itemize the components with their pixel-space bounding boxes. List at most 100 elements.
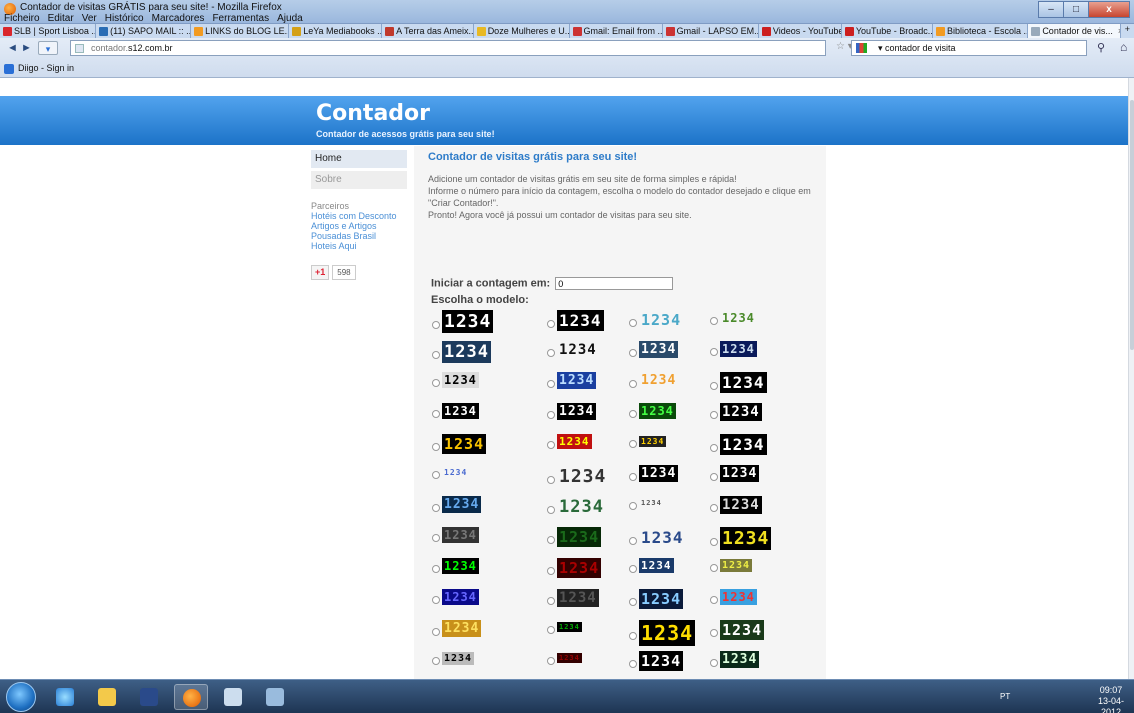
browser-tab[interactable]: A Terra das Ameix... [382,24,474,38]
model-radio[interactable] [432,534,440,542]
menu-ver[interactable]: Ver [82,13,97,24]
menu-editar[interactable]: Editar [48,13,74,24]
page-scrollbar[interactable] [1128,78,1134,679]
counter-model-option[interactable]: 1234 [629,465,679,482]
counter-model-option[interactable]: 1234 [547,341,599,359]
model-radio[interactable] [432,657,440,665]
model-radio[interactable] [547,597,555,605]
counter-model-option[interactable]: 1234 [629,310,683,330]
counter-model-option[interactable]: 1234 [710,434,767,455]
counter-model-option[interactable]: 1234 [432,341,491,363]
history-dropdown-button[interactable]: ▾ [38,41,58,55]
scrollbar-thumb[interactable] [1130,100,1134,350]
model-radio[interactable] [710,596,718,604]
firefox-taskbar-icon[interactable] [174,684,208,710]
model-radio[interactable] [432,410,440,418]
google-plus-button[interactable]: +1 [311,265,330,280]
browser-tab[interactable]: YouTube - Broadc... [842,24,933,38]
document-taskbar-icon[interactable] [258,684,292,710]
counter-model-option[interactable]: 1234 [710,589,757,605]
counter-model-option[interactable]: 1234 [432,465,469,479]
browser-tab[interactable]: SLB | Sport Lisboa ... [0,24,97,38]
model-radio[interactable] [432,503,440,512]
close-button[interactable]: x [1088,1,1130,18]
sidebar-item-home[interactable]: Home [311,150,407,168]
media-player-icon[interactable] [132,684,166,710]
language-indicator[interactable]: PT [1000,692,1010,701]
partner-link[interactable]: Hotéis com Desconto [311,211,407,221]
counter-model-option[interactable]: 1234 [432,527,479,543]
system-clock[interactable]: 09:07 13-04-2012 [1088,685,1134,713]
counter-model-option[interactable]: 1234 [432,310,494,333]
model-radio[interactable] [547,319,555,328]
model-radio[interactable] [629,410,637,418]
window-taskbar-icon[interactable] [216,684,250,710]
minimize-button[interactable]: – [1038,1,1064,18]
model-radio[interactable] [629,472,637,481]
model-radio[interactable] [710,629,718,637]
counter-model-option[interactable]: 1234 [547,620,582,634]
browser-tab[interactable]: Contador de vis...× [1028,24,1121,38]
model-radio[interactable] [710,504,718,512]
model-radio[interactable] [547,567,555,575]
back-button[interactable]: ◄ [6,41,19,55]
menu-marcadores[interactable]: Marcadores [152,13,205,24]
model-radio[interactable] [629,598,637,606]
model-radio[interactable] [629,536,637,545]
counter-model-option[interactable]: 1234 [710,620,765,640]
model-radio[interactable] [629,319,637,327]
counter-model-option[interactable]: 1234 [629,372,678,389]
model-radio[interactable] [547,626,555,634]
model-radio[interactable] [710,381,718,390]
menu-ferramentas[interactable]: Ferramentas [212,13,269,24]
model-radio[interactable] [547,410,555,419]
model-radio[interactable] [710,564,718,572]
search-input[interactable]: ▾ contador de visita [851,40,1087,56]
model-radio[interactable] [710,443,718,452]
counter-model-option[interactable]: 1234 [629,558,674,573]
counter-model-option[interactable]: 1234 [710,341,757,357]
model-radio[interactable] [547,379,555,388]
model-radio[interactable] [629,379,637,388]
model-radio[interactable] [710,317,718,325]
counter-model-option[interactable]: 1234 [629,527,686,548]
counter-model-option[interactable]: 1234 [710,372,767,393]
sidebar-item-sobre[interactable]: Sobre [311,171,407,189]
counter-model-option[interactable]: 1234 [629,620,696,646]
model-radio[interactable] [710,658,718,667]
folder-icon[interactable] [90,684,124,710]
new-tab-button[interactable]: + [1121,24,1134,38]
counter-model-option[interactable]: 1234 [432,589,479,605]
counter-model-option[interactable]: 1234 [710,651,760,668]
browser-tab[interactable]: Biblioteca - Escola ... [933,24,1029,38]
maximize-button[interactable]: □ [1063,1,1089,18]
counter-model-option[interactable]: 1234 [710,310,757,326]
counter-model-option[interactable]: 1234 [629,496,664,510]
browser-tab[interactable]: Gmail - LAPSO EM... [663,24,759,38]
counter-model-option[interactable]: 1234 [432,403,479,419]
model-radio[interactable] [432,379,440,387]
counter-model-option[interactable]: 1234 [547,651,582,665]
model-radio[interactable] [629,632,637,640]
search-icon[interactable]: ⚲ [1097,41,1105,54]
menu-ficheiro[interactable]: Ficheiro [4,13,40,24]
counter-model-option[interactable]: 1234 [629,589,684,609]
counter-model-option[interactable]: 1234 [547,496,606,518]
model-radio[interactable] [432,565,440,573]
model-radio[interactable] [547,506,555,514]
counter-model-option[interactable]: 1234 [547,465,608,488]
model-radio[interactable] [432,443,440,451]
counter-model-option[interactable]: 1234 [547,403,597,420]
start-count-input[interactable] [555,277,674,290]
counter-model-option[interactable]: 1234 [432,434,487,454]
model-radio[interactable] [629,502,637,510]
model-radio[interactable] [629,564,637,573]
start-button[interactable] [6,682,36,712]
browser-tab[interactable]: Doze Mulheres e U... [474,24,570,38]
model-radio[interactable] [432,320,440,329]
counter-model-option[interactable]: 1234 [629,341,679,358]
browser-tab[interactable]: (11) SAPO MAIL :: ... [96,24,192,38]
menu-historico[interactable]: Histórico [105,13,144,24]
model-radio[interactable] [432,351,440,359]
model-radio[interactable] [629,440,637,448]
